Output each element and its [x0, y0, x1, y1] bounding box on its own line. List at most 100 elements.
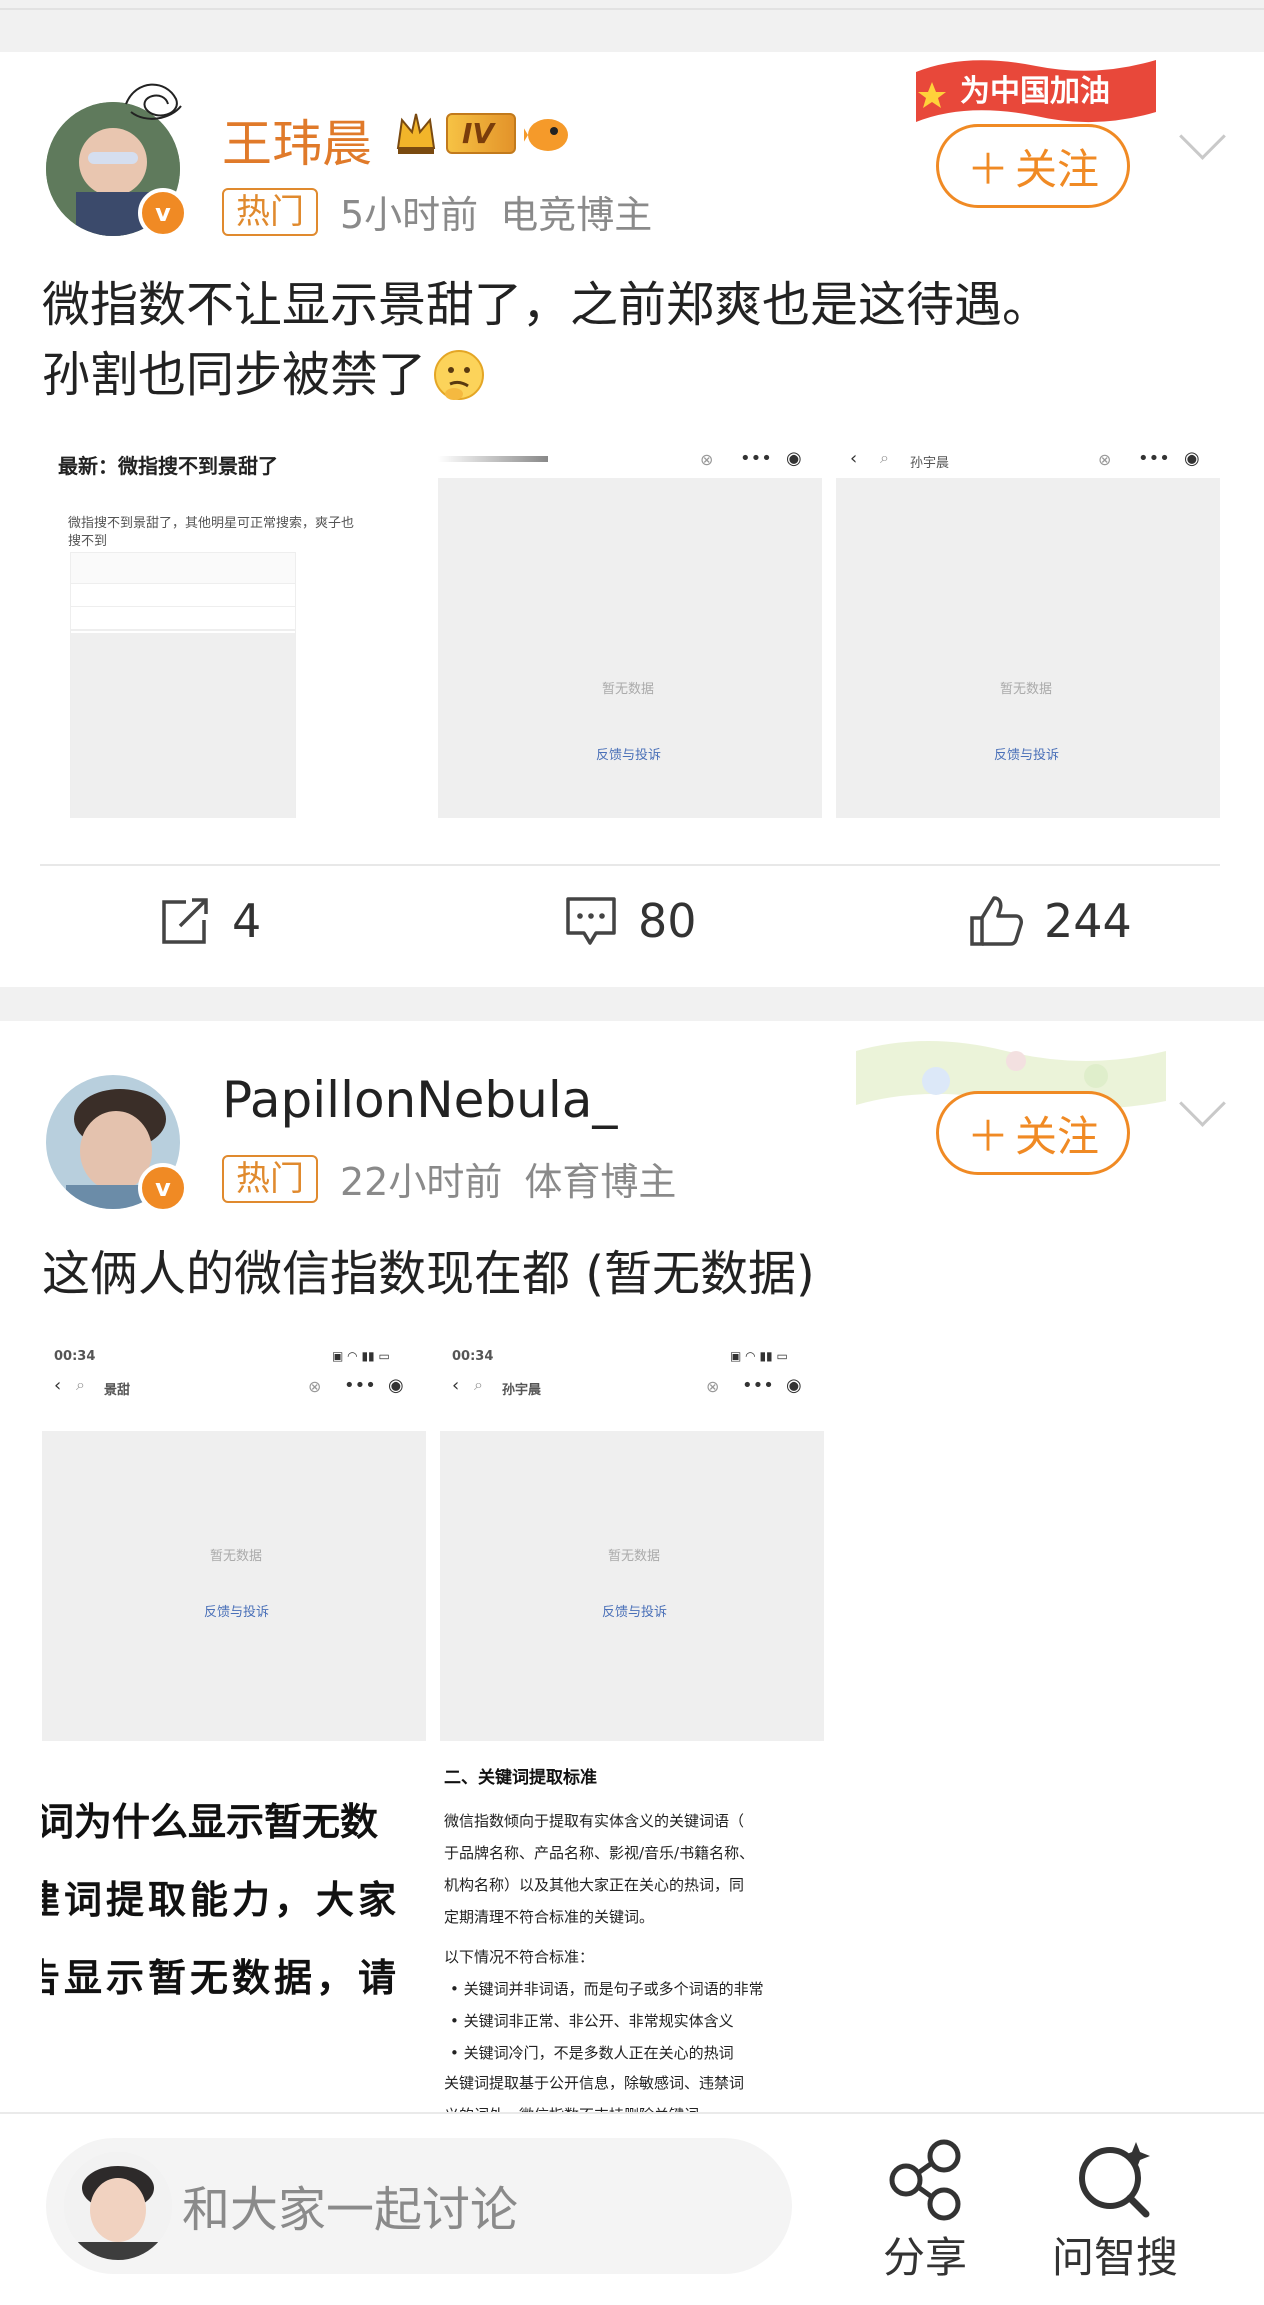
doc-line: 于品牌名称、产品名称、影视/音乐/书籍名称、: [444, 1844, 755, 1862]
more-icon: •••: [742, 1375, 774, 1396]
like-count: 244: [1044, 894, 1132, 948]
empty-chart-area: [440, 1431, 824, 1741]
doc-line: 以下情况不符合标准：: [444, 1948, 595, 1966]
author-role: 体育博主: [524, 1160, 677, 1204]
post-image-1[interactable]: 00:34 ▣ ◠ ▮▮ ▭ ‹ ⌕ 景甜 ⊗ ••• ◉ 暂无数据 反馈与投诉: [42, 1339, 426, 1741]
post-time: 5小时前: [340, 193, 479, 237]
verified-badge-icon: v: [138, 188, 188, 238]
doc-paragraph: 微信指数倾向于提取有实体含义的关键词语（ 于品牌名称、产品名称、影视/音乐/书籍…: [444, 1805, 754, 1933]
smart-search-icon: [1079, 2142, 1150, 2218]
post-image-2[interactable]: 00:34 ▣ ◠ ▮▮ ▭ ‹ ⌕ 孙宇晨 ⊗ ••• ◉ 暂无数据 反馈与投…: [440, 1339, 824, 1741]
username[interactable]: 王玮晨: [222, 104, 372, 176]
comment-action[interactable]: 80: [564, 894, 697, 948]
crown-icon: [396, 113, 436, 154]
post-card[interactable]: v PapillonNebula_ 热门 22小时前 体育博主 ＋ 关注 这俩人…: [0, 1021, 1264, 2145]
close-icon: ⊗: [1098, 450, 1112, 469]
image-caption: 微指搜不到景甜了，其他明星可正常搜索，爽子也: [68, 516, 355, 531]
empty-chart-area: [42, 1431, 426, 1741]
close-icon: ⊗: [308, 1377, 322, 1396]
back-icon: ‹: [54, 1375, 62, 1396]
follow-button[interactable]: ＋ 关注: [936, 1091, 1130, 1175]
more-icon: •••: [740, 448, 772, 469]
post-text: 微指数不让显示景甜了，之前郑爽也是这待遇。 孙割也同步被禁了: [42, 270, 1050, 410]
verified-badge-icon: v: [138, 1163, 188, 1213]
post-image-3[interactable]: ‹ ⌕ 孙宇晨 ⊗ ••• ◉ 暂无数据 反馈与投诉: [836, 434, 1220, 818]
phone-topbar: [71, 553, 295, 584]
feedback-link: 反馈与投诉: [602, 1605, 668, 1620]
search-icon: ⌕: [880, 448, 889, 467]
author-role: 电竞博主: [500, 193, 653, 237]
plus-icon: ＋: [966, 1111, 1009, 1161]
search-icon: ⌕: [474, 1375, 483, 1394]
empty-state-text: 暂无数据: [608, 1549, 661, 1564]
ask-search-tool[interactable]: 问智搜: [1052, 2134, 1178, 2285]
image-title: 最新：微指搜不到景甜了: [58, 454, 278, 478]
close-icon: ⊗: [700, 450, 714, 469]
top-edge-line: [0, 8, 1264, 10]
post-card[interactable]: v 王玮晨 IV 热门 5小时前 电竞博主 为中国加油 ＋ 关注 微指数不让显示…: [0, 52, 1264, 987]
target-icon: ◉: [1184, 448, 1200, 469]
post-text: 这俩人的微信指数现在都 (暂无数据): [42, 1246, 815, 1302]
close-icon: ⊗: [706, 1377, 720, 1396]
level-badge: IV: [446, 112, 517, 154]
doc-bullet: • 关键词非正常、非公开、非常规实体含义: [450, 2012, 734, 2030]
status-icons: ▣ ◠ ▮▮ ▭: [332, 1349, 390, 1363]
thumbs-up-icon: [970, 896, 1023, 946]
feedback-link: 反馈与投诉: [596, 748, 662, 763]
image-text-line: 建词提取能力，大家: [42, 1878, 401, 1922]
share-tool[interactable]: 分享: [880, 2134, 970, 2285]
more-icon: •••: [1138, 448, 1170, 469]
post-text-line: 微指数不让显示景甜了，之前郑爽也是这待遇。: [42, 277, 1051, 333]
chevron-down-icon[interactable]: [1179, 1080, 1226, 1127]
comment-count: 80: [638, 894, 697, 948]
empty-chart-area: [836, 478, 1220, 818]
status-time: 00:34: [452, 1349, 494, 1364]
thinking-emoji-icon: [434, 350, 485, 400]
more-icon: •••: [344, 1375, 376, 1396]
post-text-line-2: 孙割也同步被禁了: [42, 340, 1050, 410]
empty-state-text: 暂无数据: [210, 1549, 263, 1564]
doc-line: 机构名称）以及其他大家正在关心的热词，同: [444, 1876, 745, 1894]
scribble-decoration: [125, 83, 182, 120]
post-image-3[interactable]: 词为什么显示暂无数 建词提取能力，大家 告显示暂无数据，请: [42, 1755, 426, 2145]
embedded-phone-shot: [70, 552, 296, 818]
search-term: 孙宇晨: [502, 1383, 542, 1398]
comment-icon: [566, 897, 616, 945]
search-term: 景甜: [104, 1383, 131, 1398]
bottom-bar: 和大家一起讨论 分享 问智搜: [0, 2112, 1264, 2305]
phone-searchbar: [71, 584, 295, 607]
feedback-link: 反馈与投诉: [204, 1605, 270, 1620]
doc-bullet: • 关键词冷门，不是多数人正在关心的热词: [450, 2044, 734, 2062]
status-icons: ▣ ◠ ▮▮ ▭: [730, 1349, 788, 1363]
my-avatar[interactable]: [64, 2152, 172, 2260]
user-badges: IV: [394, 108, 572, 158]
share-icon: [162, 898, 208, 944]
ask-label: 问智搜: [1052, 2233, 1179, 2282]
like-action[interactable]: 244: [968, 894, 1132, 948]
fish-icon: [524, 119, 569, 151]
target-icon: ◉: [786, 448, 802, 469]
comment-input[interactable]: 和大家一起讨论: [46, 2138, 792, 2274]
post-image-4[interactable]: 二、关键词提取标准 微信指数倾向于提取有实体含义的关键词语（ 于品牌名称、产品名…: [440, 1755, 824, 2112]
phone-tabs: [71, 607, 295, 631]
post-image-1[interactable]: 最新：微指搜不到景甜了 微指搜不到景甜了，其他明星可正常搜索，爽子也 搜不到: [44, 434, 424, 818]
doc-list: 以下情况不符合标准： • 关键词并非词语，而是句子或多个词语的非常 • 关键词非…: [444, 1941, 764, 2069]
target-icon: ◉: [388, 1375, 404, 1396]
chevron-down-icon[interactable]: [1179, 113, 1226, 160]
post-image-2[interactable]: ⊗ ••• ◉ 暂无数据 反馈与投诉: [438, 434, 822, 818]
share-label: 分享: [882, 2233, 967, 2282]
blurred-header: [438, 456, 548, 462]
doc-paragraph: 关键词提取基于公开信息，除敏感词、违禁词 义的词外，微信指数不支持删除关键词。: [444, 2067, 744, 2112]
post-text-line: 孙割也同步被禁了: [42, 347, 427, 403]
search-term: 孙宇晨: [910, 456, 950, 471]
share-action[interactable]: 4: [158, 894, 261, 948]
search-icon: ⌕: [76, 1375, 85, 1394]
empty-chart-area: [438, 478, 822, 818]
username[interactable]: PapillonNebula_: [222, 1071, 617, 1129]
action-divider: [40, 864, 1220, 866]
follow-button[interactable]: ＋ 关注: [936, 124, 1130, 208]
back-icon: ‹: [850, 448, 858, 469]
doc-line: 定期清理不符合标准的关键词。: [444, 1908, 655, 1926]
status-time: 00:34: [54, 1349, 96, 1364]
follow-label: 关注: [1015, 144, 1100, 194]
